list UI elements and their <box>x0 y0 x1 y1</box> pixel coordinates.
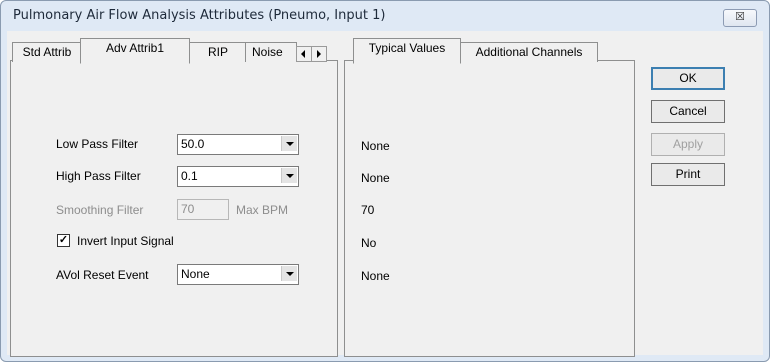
tab-label: Adv Attrib1 <box>105 41 165 55</box>
typical-smoothing: 70 <box>361 203 375 217</box>
cancel-button[interactable]: Cancel <box>651 100 725 123</box>
smoothing-input: 70 <box>177 199 229 220</box>
smoothing-label: Smoothing Filter <box>56 203 144 217</box>
close-button[interactable]: ☒ <box>723 9 757 27</box>
invert-label: Invert Input Signal <box>77 234 174 248</box>
tab-noise[interactable]: Noise <box>245 42 297 62</box>
title-bar[interactable]: Pulmonary Air Flow Analysis Attributes (… <box>1 1 769 31</box>
tab-label: Typical Values <box>368 41 446 55</box>
chevron-down-icon[interactable] <box>281 136 297 151</box>
print-button[interactable]: Print <box>651 163 725 186</box>
smoothing-unit: Max BPM <box>236 203 289 217</box>
tab-adv-attrib1[interactable]: Adv Attrib1 <box>80 38 190 64</box>
typical-avol: None <box>361 269 390 283</box>
chevron-down-icon[interactable] <box>281 168 297 183</box>
tab-scroll-left-icon[interactable] <box>296 46 312 62</box>
tab-label: Additional Channels <box>475 45 583 59</box>
typical-invert: No <box>361 236 377 250</box>
typical-low-pass: None <box>361 139 390 153</box>
checkmark-icon: ✓ <box>58 234 69 246</box>
avol-select[interactable]: None <box>177 264 299 285</box>
invert-checkbox[interactable]: ✓ <box>57 234 70 247</box>
smoothing-value: 70 <box>181 202 195 216</box>
low-pass-value: 50.0 <box>181 137 205 151</box>
avol-label: AVol Reset Event <box>56 268 149 282</box>
tab-typical-values[interactable]: Typical Values <box>353 38 461 64</box>
tab-additional-channels[interactable]: Additional Channels <box>460 42 598 62</box>
apply-button[interactable]: Apply <box>651 133 725 156</box>
window-title: Pulmonary Air Flow Analysis Attributes (… <box>13 8 386 23</box>
tab-label: RIP <box>207 45 228 59</box>
high-pass-label: High Pass Filter <box>56 169 141 183</box>
ok-button[interactable]: OK <box>651 67 725 90</box>
tab-scroll-right-icon[interactable] <box>311 46 327 62</box>
right-tab-panel <box>344 60 635 357</box>
low-pass-select[interactable]: 50.0 <box>177 134 299 155</box>
high-pass-value: 0.1 <box>181 169 198 183</box>
close-icon: ☒ <box>735 11 745 23</box>
typical-high-pass: None <box>361 171 390 185</box>
tab-std-attrib[interactable]: Std Attrib <box>12 42 82 62</box>
tab-label: Std Attrib <box>22 45 72 59</box>
tab-label: Noise <box>252 45 283 59</box>
high-pass-select[interactable]: 0.1 <box>177 166 299 187</box>
tab-rip[interactable]: RIP <box>189 42 247 62</box>
chevron-down-icon[interactable] <box>281 266 297 281</box>
low-pass-label: Low Pass Filter <box>56 137 139 151</box>
avol-value: None <box>181 267 210 281</box>
